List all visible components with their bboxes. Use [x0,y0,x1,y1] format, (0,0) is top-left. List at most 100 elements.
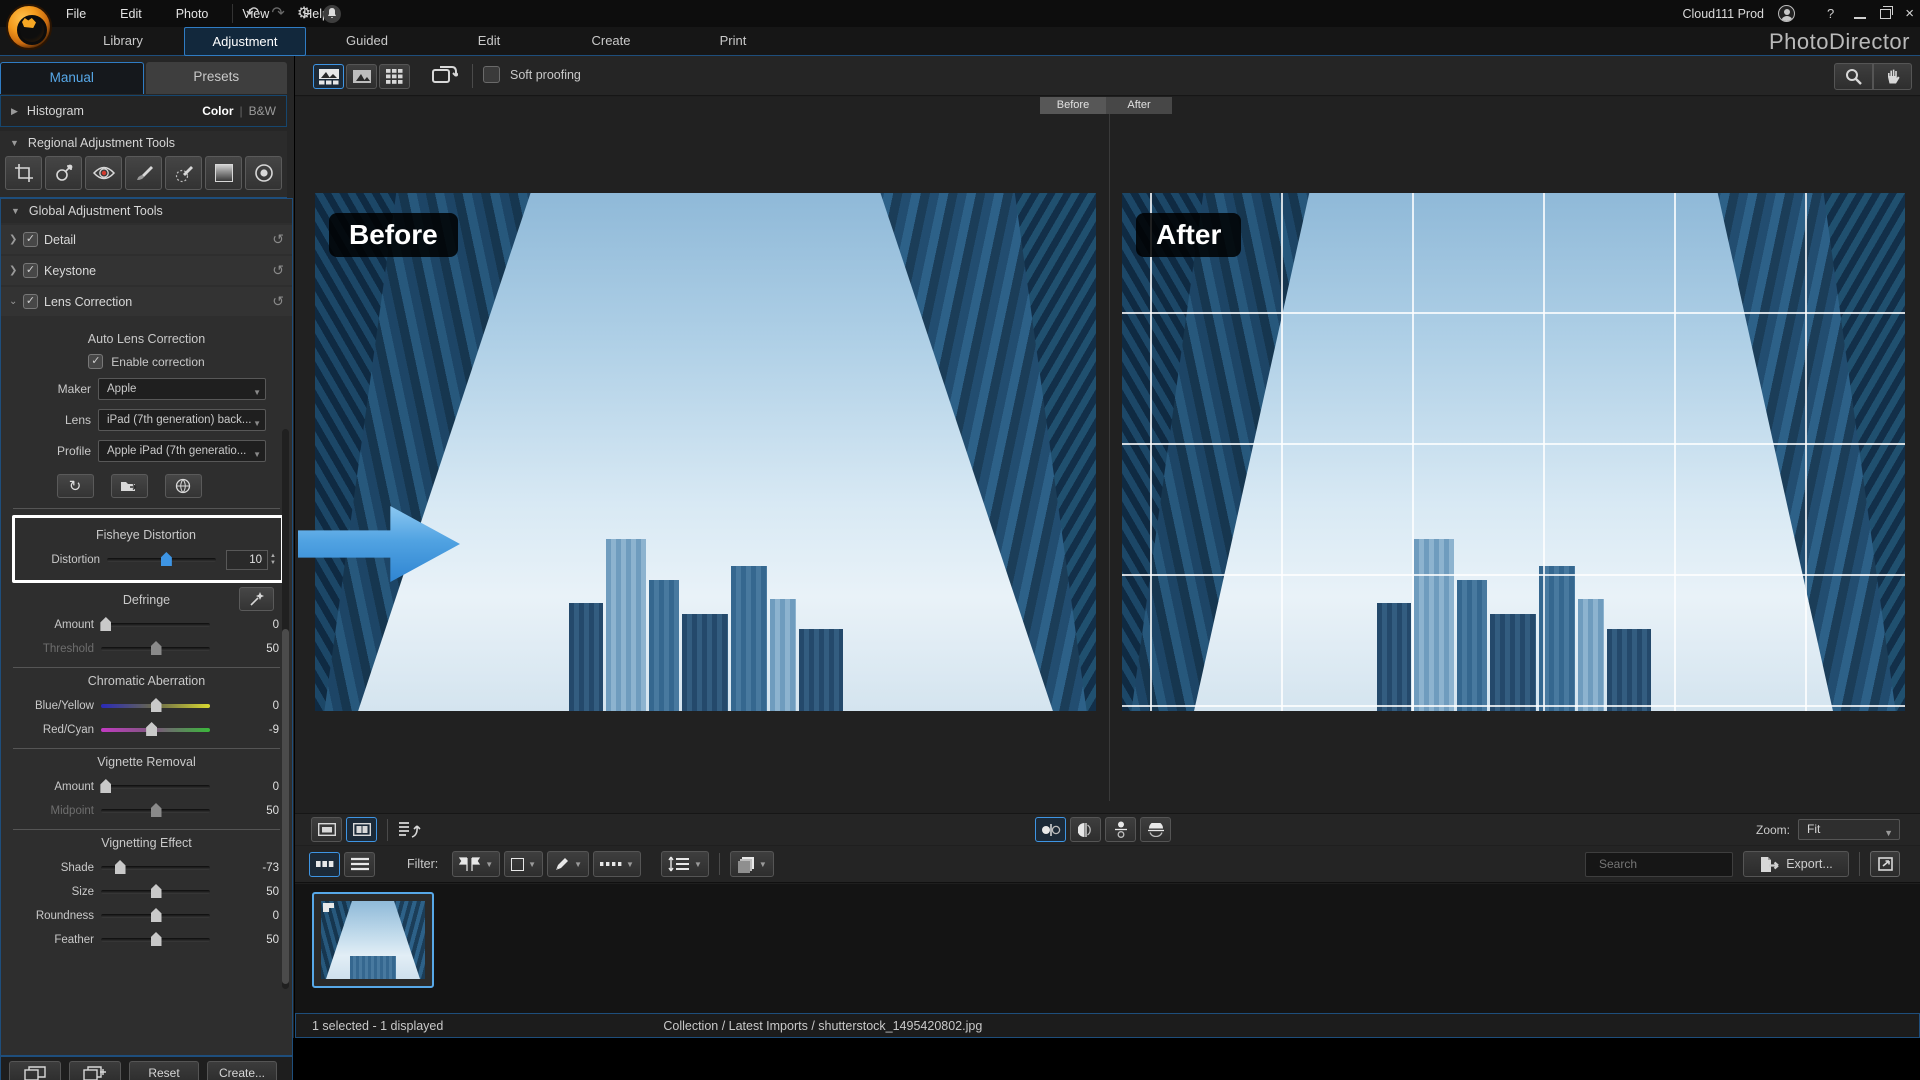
tab-adjustment[interactable]: Adjustment [184,27,306,56]
collapse-arrow-icon[interactable]: ▼ [11,206,20,216]
refresh-profile-button[interactable]: ↻ [57,474,94,498]
profile-dropdown[interactable]: Apple iPad (7th generatio... [98,440,266,462]
vignette-midpoint-slider[interactable] [101,809,210,813]
rotate-view-icon[interactable] [432,64,458,86]
after-image[interactable]: After [1122,193,1905,711]
panel-scrollbar[interactable] [282,429,289,989]
thumbnail-view-button[interactable] [309,852,340,877]
viewer-only-mode-button[interactable] [346,64,377,89]
lens-correction-checkbox[interactable]: ✓ [23,294,38,309]
histogram-bw-toggle[interactable]: B&W [249,104,276,118]
soft-proofing-checkbox[interactable] [483,66,500,83]
group-detail[interactable]: ❯ ✓ Detail ↺ [1,225,292,254]
tab-manual[interactable]: Manual [0,62,144,94]
tab-print[interactable]: Print [672,27,794,56]
roundness-slider[interactable] [101,914,210,918]
compare-top-bottom-button[interactable] [1105,817,1136,842]
copy-adjustments-button[interactable] [9,1061,61,1080]
scrollbar-thumb[interactable] [282,629,289,984]
download-online-profile-button[interactable] [165,474,202,498]
stack-photos-dropdown[interactable]: ▼ [730,851,774,877]
collapse-arrow-icon[interactable]: ▼ [10,138,19,148]
sort-order-dropdown[interactable]: ▼ [661,851,709,877]
reset-icon[interactable]: ↺ [272,293,284,310]
single-view-button[interactable] [311,817,342,842]
search-box[interactable]: × [1585,852,1733,877]
red-eye-removal-tool-button[interactable] [85,156,122,190]
apply-adjustment-list-icon[interactable] [398,820,424,840]
export-button[interactable]: Export... [1743,851,1849,877]
notification-bell-icon[interactable] [323,5,341,23]
tab-presets[interactable]: Presets [146,62,288,94]
after-header-tab[interactable]: After [1106,97,1172,114]
open-in-new-window-button[interactable] [1870,851,1900,877]
feather-slider[interactable] [101,938,210,942]
grid-view-mode-button[interactable] [379,64,410,89]
reset-icon[interactable]: ↺ [272,262,284,279]
zoom-tool-button[interactable] [1834,63,1873,90]
reset-icon[interactable]: ↺ [272,231,284,248]
defringe-amount-slider[interactable] [101,623,210,627]
user-avatar[interactable] [1778,5,1795,22]
undo-icon[interactable]: ↶ [246,6,259,22]
adjustment-selection-tool-button[interactable] [165,156,202,190]
help-icon[interactable]: ? [1827,6,1834,21]
minimize-button[interactable] [1854,8,1866,19]
compare-split-top-bottom-button[interactable] [1140,817,1171,842]
keystone-checkbox[interactable]: ✓ [23,263,38,278]
tab-guided[interactable]: Guided [306,27,428,56]
expand-arrow-icon[interactable]: ❯ [9,265,23,276]
import-profile-folder-button[interactable] [111,474,148,498]
before-image[interactable]: Before [315,193,1096,711]
collapse-arrow-icon[interactable]: ⌄ [9,296,23,307]
compare-split-left-right-button[interactable] [1070,817,1101,842]
redo-icon[interactable]: ↷ [271,6,284,22]
detail-checkbox[interactable]: ✓ [23,232,38,247]
expand-arrow-icon[interactable]: ❯ [9,234,23,245]
histogram-color-toggle[interactable]: Color [202,104,233,118]
adjustment-brush-tool-button[interactable] [125,156,162,190]
filter-flag-dropdown[interactable]: ▼ [452,851,500,877]
shade-slider[interactable] [101,866,210,870]
histogram-section[interactable]: ▶ Histogram Color | B&W [0,95,287,127]
enable-correction-checkbox[interactable]: ✓ [88,354,103,369]
distortion-stepper[interactable]: ▲▼ [270,554,276,566]
menu-photo[interactable]: Photo [172,5,213,23]
distortion-slider[interactable] [107,558,216,562]
blue-yellow-slider[interactable] [101,704,210,708]
reset-button[interactable]: Reset [129,1061,199,1080]
defringe-eyedropper-button[interactable] [239,587,274,611]
radial-mask-tool-button[interactable] [245,156,282,190]
vignette-amount-slider[interactable] [101,785,210,789]
gradient-mask-tool-button[interactable] [205,156,242,190]
before-header-tab[interactable]: Before [1040,97,1106,114]
pan-hand-tool-button[interactable] [1873,63,1912,90]
group-keystone[interactable]: ❯ ✓ Keystone ↺ [1,256,292,285]
side-by-side-compare-button[interactable] [346,817,377,842]
settings-gear-icon[interactable]: ⚙ [297,6,311,22]
search-input[interactable] [1599,857,1754,871]
filter-adjusted-dropdown[interactable]: ▼ [547,851,589,877]
menu-file[interactable]: File [62,5,90,23]
tab-create[interactable]: Create [550,27,672,56]
group-lens-correction[interactable]: ⌄ ✓ Lens Correction ↺ [1,287,292,316]
viewer-filmstrip-mode-button[interactable] [313,64,344,89]
lens-dropdown[interactable]: iPad (7th generation) back... [98,409,266,431]
menu-edit[interactable]: Edit [116,5,146,23]
tab-library[interactable]: Library [62,27,184,56]
size-slider[interactable] [101,890,210,894]
defringe-threshold-slider[interactable] [101,647,210,651]
maker-dropdown[interactable]: Apple [98,378,266,400]
distortion-value-field[interactable]: 10 [226,550,268,570]
apply-adjustments-button[interactable] [69,1061,121,1080]
maximize-button[interactable] [1880,9,1891,19]
close-button[interactable]: × [1905,6,1914,21]
create-preset-button[interactable]: Create... [207,1061,277,1080]
tab-edit[interactable]: Edit [428,27,550,56]
compare-side-by-side-button[interactable] [1035,817,1066,842]
expand-arrow-icon[interactable]: ▶ [11,106,18,117]
list-view-button[interactable] [344,852,375,877]
filter-more-dropdown[interactable]: ▼ [593,851,641,877]
red-cyan-slider[interactable] [101,728,210,732]
photo-thumbnail-selected[interactable] [312,892,434,988]
